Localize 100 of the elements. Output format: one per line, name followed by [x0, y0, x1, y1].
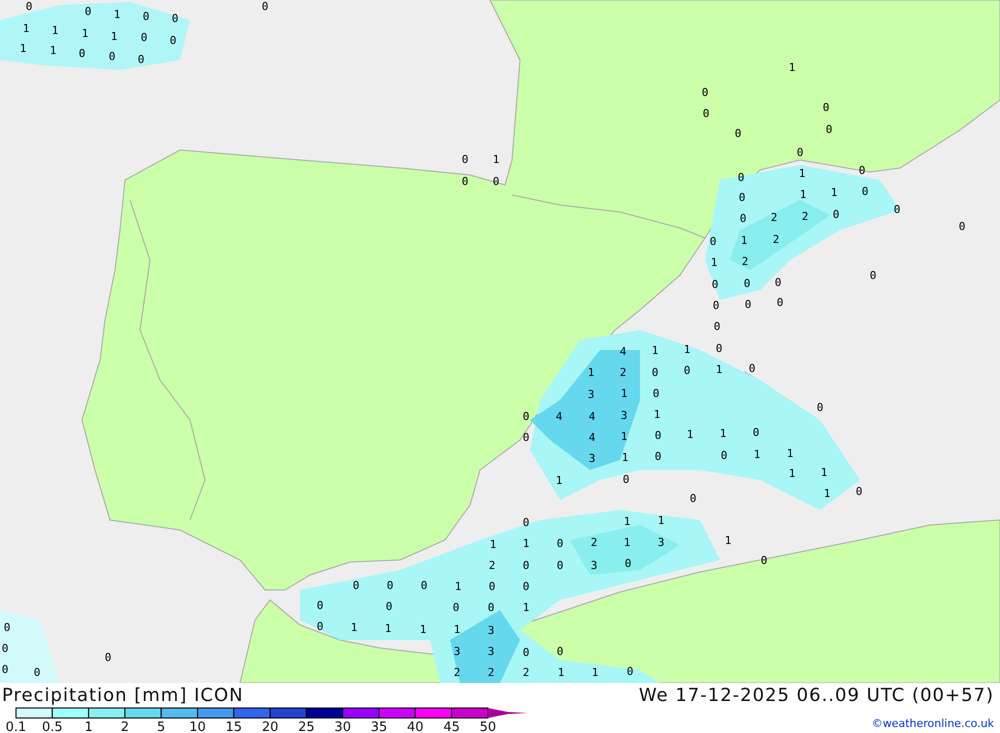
precipitation-value: 0 [744, 277, 750, 290]
legend-label: 50 [480, 720, 496, 733]
precipitation-value: 0 [386, 579, 394, 592]
precipitation-value: 1 [740, 234, 748, 247]
precipitation-value: 0 [170, 34, 176, 47]
precipitation-value: 1 [454, 580, 462, 593]
precipitation-value: 3 [488, 624, 494, 637]
precipitation-value: 1 [82, 27, 88, 40]
precipitation-value: 0 [2, 663, 8, 676]
precipitation-value: 0 [690, 492, 696, 505]
precipitation-value: 0 [78, 47, 86, 60]
precipitation-value: 1 [788, 61, 796, 74]
precipitation-value: 2 [620, 366, 626, 379]
precipitation-value: 0 [452, 601, 460, 614]
precipitation-value: 0 [776, 296, 784, 309]
legend-label: 0.5 [42, 720, 63, 733]
precipitation-value: 1 [820, 466, 828, 479]
precipitation-value: 0 [760, 554, 768, 567]
precipitation-value: 4 [620, 345, 626, 358]
legend-label: 45 [443, 720, 460, 733]
precipitation-value: 1 [50, 44, 56, 57]
precipitation-value: 2 [802, 210, 808, 223]
precipitation-value: 1 [684, 343, 690, 356]
precipitation-value: 0 [870, 269, 876, 282]
precipitation-value: 1 [788, 467, 796, 480]
precipitation-value: 0 [740, 212, 746, 225]
legend-label: 5 [157, 720, 166, 733]
precipitation-value: 0 [462, 153, 468, 166]
legend-label: 20 [262, 720, 278, 733]
precipitation-value: 2 [742, 255, 748, 268]
precipitation-value: 0 [488, 580, 496, 593]
precipitation-value: 1 [654, 408, 660, 421]
precipitation-value: 0 [626, 665, 634, 678]
precipitation-value: 3 [488, 645, 494, 658]
precipitation-value: 0 [622, 473, 630, 486]
precipitation-value: 2 [770, 211, 778, 224]
credit-link[interactable]: ©weatheronline.co.uk [872, 717, 994, 730]
precipitation-value: 0 [522, 516, 530, 529]
precipitation-value: 0 [654, 429, 662, 442]
precipitation-value: 4 [556, 410, 562, 423]
precipitation-value: 1 [620, 430, 628, 443]
precipitation-value: 0 [262, 0, 268, 13]
precipitation-value: 4 [588, 410, 596, 423]
precipitation-value: 0 [138, 53, 144, 66]
precipitation-value: 0 [832, 208, 840, 221]
precipitation-value: 0 [104, 651, 112, 664]
precipitation-value: 2 [488, 666, 494, 679]
precipitation-value: 0 [352, 579, 360, 592]
precipitation-value: 1 [658, 514, 664, 527]
precipitation-value: 3 [590, 559, 598, 572]
precipitation-value: 0 [652, 387, 660, 400]
precipitation-value: 0 [958, 220, 966, 233]
precipitation-value: 1 [556, 474, 562, 487]
precipitation-value: 0 [684, 364, 690, 377]
precipitation-value: 0 [140, 31, 148, 44]
precipitation-value: 1 [716, 363, 722, 376]
legend-label: 40 [407, 720, 424, 733]
precipitation-value: 0 [752, 426, 760, 439]
precipitation-value: 0 [316, 599, 324, 612]
precipitation-value: 3 [588, 388, 594, 401]
precipitation-value: 1 [800, 188, 806, 201]
precipitation-value: 1 [754, 448, 760, 461]
precipitation-value: 1 [350, 621, 358, 634]
legend-label: 2 [120, 720, 130, 733]
precipitation-value: 0 [624, 557, 632, 570]
precipitation-value: 0 [894, 203, 900, 216]
precipitation-value: 0 [492, 175, 500, 188]
precipitation-value: 1 [420, 623, 426, 636]
legend-label: 1 [84, 720, 93, 733]
precipitation-value: 2 [522, 666, 530, 679]
precipitation-value: 1 [592, 666, 598, 679]
precipitation-value: 1 [22, 22, 30, 35]
precipitation-value: 0 [862, 185, 868, 198]
legend-label: 0.1 [6, 720, 26, 733]
precipitation-value: 0 [522, 646, 530, 659]
precipitation-value: 0 [716, 342, 722, 355]
legend-label: 35 [370, 720, 388, 733]
precipitation-value: 0 [774, 276, 782, 289]
precipitation-value: 1 [384, 622, 392, 635]
precipitation-value: 0 [652, 366, 658, 379]
precipitation-value: 0 [556, 559, 564, 572]
precipitation-value: 1 [830, 186, 838, 199]
precipitation-value: 2 [488, 559, 496, 572]
precipitation-value: 1 [492, 153, 500, 166]
precipitation-value: 0 [712, 299, 720, 312]
precipitation-value: 1 [798, 167, 806, 180]
precipitation-value: 1 [710, 256, 718, 269]
precipitation-value: 2 [590, 536, 598, 549]
precipitation-value: 1 [110, 30, 118, 43]
precipitation-value: 1 [824, 487, 830, 500]
precipitation-value: 3 [454, 645, 460, 658]
precipitation-value: 0 [34, 666, 40, 679]
precipitation-value: 3 [620, 409, 628, 422]
precipitation-value: 2 [772, 233, 780, 246]
precipitation-value: 0 [2, 642, 8, 655]
precipitation-value: 0 [712, 278, 718, 291]
precipitation-value: 3 [658, 536, 664, 549]
precipitation-value: 0 [522, 559, 530, 572]
precipitation-value: 0 [702, 107, 710, 120]
precipitation-value: 0 [462, 175, 468, 188]
